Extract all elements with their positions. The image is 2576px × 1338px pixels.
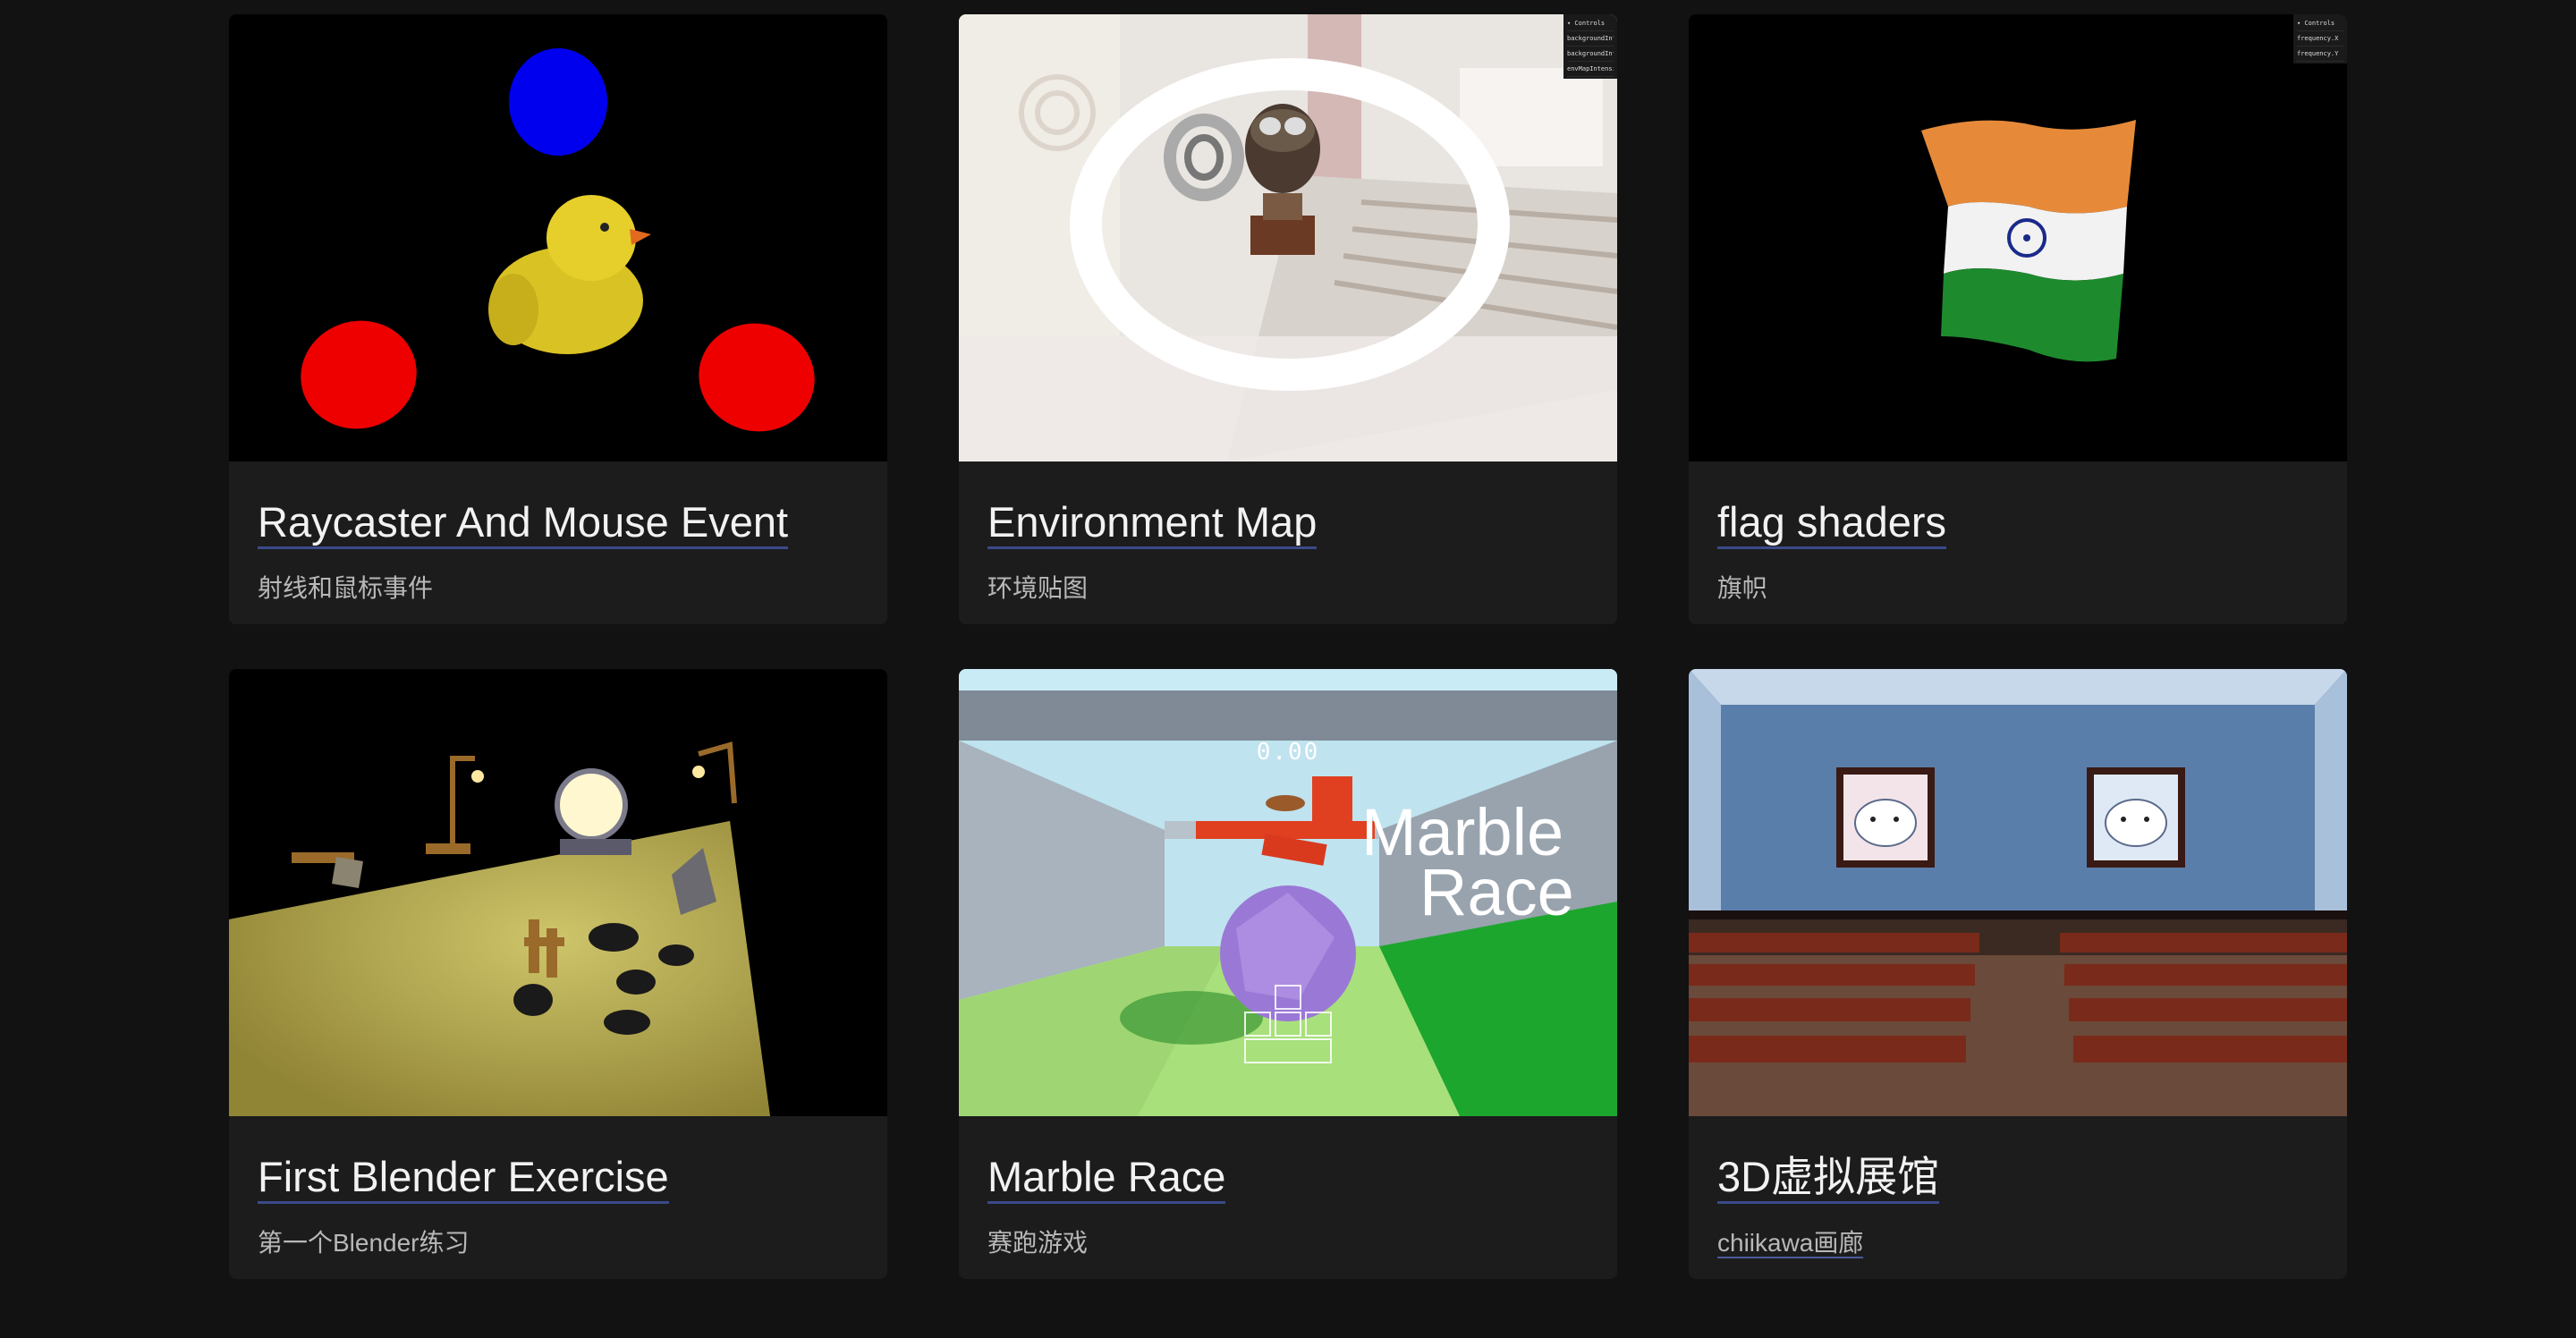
card-body: Marble Race 赛跑游戏 bbox=[959, 1116, 1617, 1279]
flag-shaders-preview[interactable]: ▾ Controls frequency.X frequency.Y bbox=[1689, 14, 2347, 462]
controls-item[interactable]: frequency.X bbox=[2297, 31, 2343, 47]
card-title[interactable]: Marble Race bbox=[987, 1150, 1226, 1204]
card-title[interactable]: Raycaster And Mouse Event bbox=[258, 495, 789, 549]
project-card-first-blender-exercise[interactable]: First Blender Exercise 第一个Blender练习 bbox=[229, 669, 887, 1279]
controls-item[interactable]: backgroundIntensity bbox=[1567, 31, 1614, 47]
portal bbox=[555, 768, 628, 842]
blender-exercise-preview[interactable] bbox=[229, 669, 887, 1116]
card-title[interactable]: Environment Map bbox=[987, 495, 1318, 549]
environment-map-scene bbox=[959, 14, 1617, 462]
project-card-raycaster[interactable]: Raycaster And Mouse Event 射线和鼠标事件 bbox=[229, 14, 887, 624]
card-subtitle: 第一个Blender练习 bbox=[258, 1229, 470, 1257]
card-title[interactable]: 3D虚拟展馆 bbox=[1717, 1150, 1940, 1204]
india-flag bbox=[1921, 120, 2136, 362]
controls-panel[interactable]: ▾ Controls frequency.X frequency.Y bbox=[2293, 14, 2347, 64]
card-body: flag shaders 旗帜 bbox=[1689, 462, 2347, 624]
card-body: Environment Map 环境贴图 bbox=[959, 462, 1617, 624]
controls-item[interactable]: backgroundIntensity bbox=[1567, 47, 1614, 62]
flag-scene bbox=[1689, 14, 2347, 462]
card-subtitle: 赛跑游戏 bbox=[987, 1229, 1089, 1257]
project-card-flag-shaders[interactable]: ▾ Controls frequency.X frequency.Y flag … bbox=[1689, 14, 2347, 624]
controls-item[interactable]: envMapIntensity bbox=[1567, 62, 1614, 77]
card-body: 3D虚拟展馆 chiikawa画廊 bbox=[1689, 1116, 2347, 1279]
blue-sphere bbox=[509, 48, 607, 156]
burger bbox=[1266, 795, 1305, 811]
controls-header[interactable]: ▾ Controls bbox=[2297, 16, 2343, 31]
controls-header[interactable]: ▾ Controls bbox=[1567, 16, 1614, 31]
environment-map-preview[interactable]: ▾ Controls backgroundIntensity backgroun… bbox=[959, 14, 1617, 462]
project-grid: Raycaster And Mouse Event 射线和鼠标事件 ▾ Cont… bbox=[0, 0, 2576, 1338]
marble-sign-line2: Race bbox=[1419, 855, 1574, 929]
project-card-environment-map[interactable]: ▾ Controls backgroundIntensity backgroun… bbox=[959, 14, 1617, 624]
card-subtitle: chiikawa画廊 bbox=[1717, 1229, 1864, 1258]
gallery-scene bbox=[1689, 669, 2347, 1116]
card-body: Raycaster And Mouse Event 射线和鼠标事件 bbox=[229, 462, 887, 624]
card-subtitle: 旗帜 bbox=[1717, 574, 1768, 602]
marble-race-scene: Marble Race bbox=[959, 669, 1617, 1116]
card-subtitle: 射线和鼠标事件 bbox=[258, 574, 434, 602]
card-body: First Blender Exercise 第一个Blender练习 bbox=[229, 1116, 887, 1279]
raycaster-scene bbox=[229, 14, 887, 462]
race-timer: 0.00 bbox=[1256, 739, 1320, 766]
card-subtitle: 环境贴图 bbox=[987, 574, 1089, 602]
project-card-3d-gallery[interactable]: 3D虚拟展馆 chiikawa画廊 bbox=[1689, 669, 2347, 1279]
raycaster-preview[interactable] bbox=[229, 14, 887, 462]
marble-race-preview[interactable]: Marble Race 0.00 bbox=[959, 669, 1617, 1116]
project-card-marble-race[interactable]: Marble Race 0.00 Marble Race 赛跑游戏 bbox=[959, 669, 1617, 1279]
controls-panel[interactable]: ▾ Controls backgroundIntensity backgroun… bbox=[1563, 14, 1617, 79]
blender-scene bbox=[229, 669, 887, 1116]
card-title[interactable]: flag shaders bbox=[1717, 495, 1947, 549]
card-title[interactable]: First Blender Exercise bbox=[258, 1150, 669, 1204]
gallery-preview[interactable] bbox=[1689, 669, 2347, 1116]
helmet-figure bbox=[1245, 104, 1320, 255]
controls-item[interactable]: frequency.Y bbox=[2297, 47, 2343, 62]
